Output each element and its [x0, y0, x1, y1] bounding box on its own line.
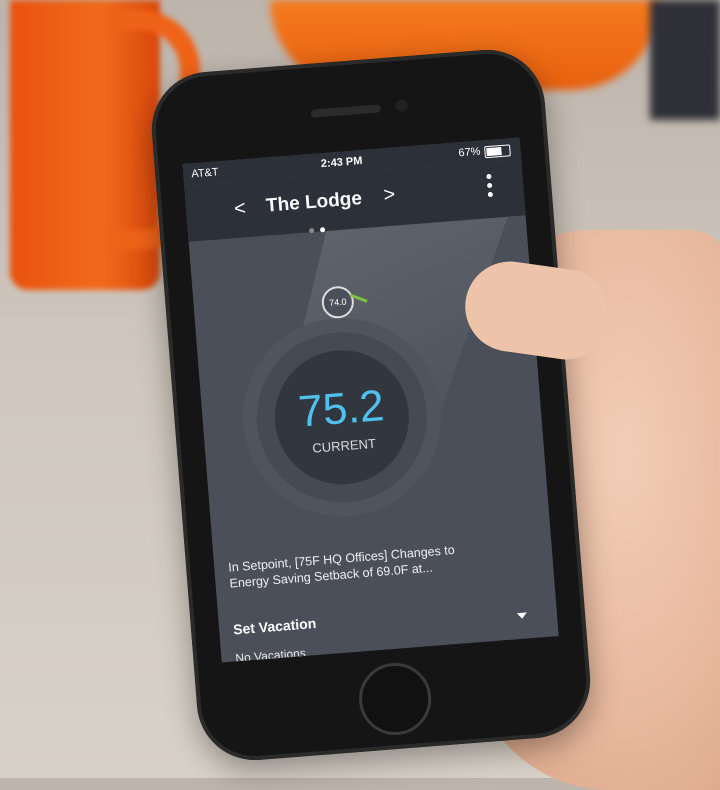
chevron-down-icon[interactable]: [516, 612, 528, 620]
carrier-label: AT&T: [190, 166, 220, 181]
battery-icon: [484, 144, 511, 159]
more-menu-icon[interactable]: [486, 170, 494, 201]
earpiece: [310, 104, 382, 118]
vacation-link[interactable]: No Vacations: [235, 646, 306, 663]
front-camera-icon: [395, 99, 409, 113]
battery-percent: 67%: [458, 145, 481, 160]
schedule-message: In Setpoint, [75F HQ Offices] Changes to…: [227, 542, 456, 591]
home-button[interactable]: [356, 660, 434, 738]
dark-object: [650, 0, 720, 120]
set-vacation-heading: Set Vacation: [232, 614, 317, 638]
next-location-button[interactable]: >: [383, 183, 396, 207]
clock: 2:43 PM: [320, 154, 363, 171]
app-screen: AT&T 2:43 PM 67% < The Lodge > 75.2 CURR…: [182, 137, 559, 663]
location-title: The Lodge: [265, 188, 363, 217]
page-dot-active: [319, 227, 326, 233]
page-dot: [308, 227, 315, 234]
current-temperature: 75.2: [296, 381, 386, 437]
phone: AT&T 2:43 PM 67% < The Lodge > 75.2 CURR…: [147, 45, 595, 765]
previous-location-button[interactable]: <: [233, 197, 246, 221]
